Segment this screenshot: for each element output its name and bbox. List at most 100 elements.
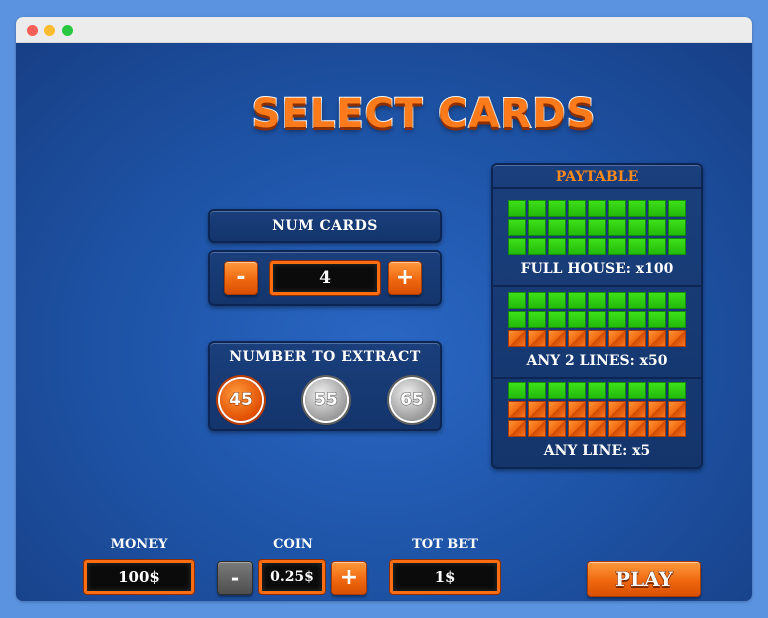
paytable-entry: ANY 2 LINES: x50 <box>493 287 701 377</box>
paytable-cell-green <box>528 200 546 217</box>
number-to-extract-label: NUMBER TO EXTRACT <box>229 349 421 365</box>
paytable-cell-green <box>628 238 646 255</box>
paytable-cell-green <box>508 382 526 399</box>
paytable-cell-green <box>568 200 586 217</box>
extract-option-65[interactable]: 65 <box>391 379 433 421</box>
paytable-cell-green <box>628 219 646 236</box>
paytable-cell-green <box>548 292 566 309</box>
paytable-cell-orange <box>508 330 526 347</box>
paytable-cell-green <box>548 238 566 255</box>
paytable-cell-green <box>548 311 566 328</box>
coin-value: 0.25$ <box>259 560 325 594</box>
paytable-cell-green <box>508 200 526 217</box>
paytable-cell-green <box>588 292 606 309</box>
paytable-cell-green <box>508 219 526 236</box>
paytable-cell-orange <box>508 401 526 418</box>
paytable-cell-green <box>628 382 646 399</box>
num-cards-plus-button[interactable]: + <box>388 261 422 295</box>
paytable-cell-green <box>508 311 526 328</box>
paytable-cell-green <box>648 238 666 255</box>
extract-option-45[interactable]: 45 <box>220 379 262 421</box>
paytable-cell-orange <box>568 401 586 418</box>
paytable-cell-orange <box>608 401 626 418</box>
paytable-cell-green <box>588 219 606 236</box>
paytable-cell-green <box>588 382 606 399</box>
paytable-cell-green <box>628 292 646 309</box>
minimize-window-icon[interactable] <box>44 25 55 36</box>
paytable-entry: ANY LINE: x5 <box>493 379 701 467</box>
paytable-cell-orange <box>628 401 646 418</box>
paytable-cell-orange <box>568 420 586 437</box>
num-cards-header: NUM CARDS <box>208 209 442 243</box>
paytable-cell-green <box>648 311 666 328</box>
paytable-entry-label: FULL HOUSE: x100 <box>520 261 674 277</box>
paytable-cell-orange <box>508 420 526 437</box>
paytable-cell-green <box>548 219 566 236</box>
paytable-panel: PAYTABLE FULL HOUSE: x100 ANY 2 LINES: x… <box>491 163 703 469</box>
paytable-cell-orange <box>608 330 626 347</box>
paytable-cell-green <box>608 238 626 255</box>
paytable-cell-green <box>608 311 626 328</box>
paytable-cell-orange <box>668 420 686 437</box>
paytable-cell-green <box>568 238 586 255</box>
paytable-cell-green <box>668 311 686 328</box>
paytable-cell-orange <box>548 420 566 437</box>
paytable-cell-green <box>528 238 546 255</box>
close-window-icon[interactable] <box>27 25 38 36</box>
money-value: 100$ <box>84 560 194 594</box>
paytable-cell-orange <box>668 401 686 418</box>
paytable-entry: FULL HOUSE: x100 <box>493 189 701 285</box>
paytable-cell-green <box>528 382 546 399</box>
paytable-cell-green <box>628 311 646 328</box>
coin-plus-button[interactable]: + <box>331 561 367 595</box>
paytable-cell-green <box>648 292 666 309</box>
paytable-cell-orange <box>648 330 666 347</box>
paytable-cell-green <box>588 311 606 328</box>
paytable-cell-orange <box>528 401 546 418</box>
paytable-entry-label: ANY LINE: x5 <box>543 443 651 459</box>
maximize-window-icon[interactable] <box>62 25 73 36</box>
coin-label: COIN <box>273 537 313 552</box>
num-cards-label: NUM CARDS <box>272 218 378 234</box>
paytable-cell-green <box>508 292 526 309</box>
paytable-cell-orange <box>648 420 666 437</box>
paytable-cell-green <box>648 200 666 217</box>
play-button[interactable]: PLAY <box>587 561 701 597</box>
paytable-cell-green <box>668 292 686 309</box>
paytable-cell-green <box>528 311 546 328</box>
paytable-grid-1 <box>508 292 686 347</box>
tot-bet-label: TOT BET <box>412 537 478 552</box>
paytable-cell-orange <box>628 330 646 347</box>
paytable-cell-green <box>608 292 626 309</box>
paytable-cell-orange <box>608 420 626 437</box>
game-stage: SELECT CARDS NUM CARDS - 4 + NUMBER TO E… <box>16 43 752 601</box>
browser-window: SELECT CARDS NUM CARDS - 4 + NUMBER TO E… <box>16 17 752 601</box>
coin-minus-button[interactable]: - <box>217 561 253 595</box>
paytable-cell-green <box>608 200 626 217</box>
paytable-entry-label: ANY 2 LINES: x50 <box>526 353 668 369</box>
paytable-cell-orange <box>548 330 566 347</box>
extract-option-55[interactable]: 55 <box>305 379 347 421</box>
window-titlebar <box>16 17 752 43</box>
paytable-cell-green <box>648 219 666 236</box>
paytable-cell-green <box>528 219 546 236</box>
paytable-cell-orange <box>588 420 606 437</box>
paytable-cell-orange <box>668 330 686 347</box>
num-cards-panel: - 4 + <box>208 250 442 306</box>
paytable-cell-green <box>608 382 626 399</box>
paytable-cell-green <box>668 382 686 399</box>
num-cards-minus-button[interactable]: - <box>224 261 258 295</box>
paytable-cell-green <box>628 200 646 217</box>
page-title: SELECT CARDS <box>251 90 597 138</box>
number-to-extract-panel: NUMBER TO EXTRACT 45 55 65 <box>208 341 442 431</box>
paytable-cell-orange <box>568 330 586 347</box>
paytable-cell-orange <box>548 401 566 418</box>
paytable-cell-green <box>648 382 666 399</box>
paytable-cell-orange <box>628 420 646 437</box>
paytable-cell-green <box>588 238 606 255</box>
paytable-cell-orange <box>588 330 606 347</box>
paytable-grid-0 <box>508 200 686 255</box>
paytable-cell-green <box>548 200 566 217</box>
paytable-cell-green <box>528 292 546 309</box>
paytable-cell-green <box>668 238 686 255</box>
